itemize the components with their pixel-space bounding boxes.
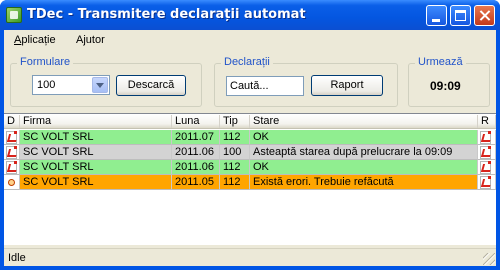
cell-tip: 112 bbox=[220, 130, 250, 145]
download-button[interactable]: Descarcă bbox=[116, 75, 186, 96]
warning-icon[interactable] bbox=[8, 179, 15, 186]
cell-luna: 2011.07 bbox=[172, 130, 220, 145]
urmeaza-group-label: Urmează bbox=[415, 56, 466, 68]
column-header-luna[interactable]: Luna bbox=[172, 115, 220, 128]
search-input-value: Caută... bbox=[230, 80, 269, 92]
search-input[interactable]: Caută... bbox=[226, 76, 304, 96]
cell-d bbox=[4, 145, 20, 160]
cell-stare: OK bbox=[250, 130, 478, 145]
column-header-r[interactable]: R bbox=[478, 115, 496, 128]
cell-luna: 2011.05 bbox=[172, 175, 220, 190]
menu-ajutor[interactable]: Ajutor bbox=[76, 34, 105, 46]
pdf-icon[interactable] bbox=[480, 131, 491, 144]
formular-select-value: 100 bbox=[37, 79, 56, 91]
cell-d bbox=[4, 175, 20, 190]
minimize-button[interactable] bbox=[426, 5, 447, 26]
cell-firma: SC VOLT SRL bbox=[20, 145, 172, 160]
cell-r bbox=[478, 160, 496, 175]
cell-luna: 2011.06 bbox=[172, 145, 220, 160]
cell-d bbox=[4, 160, 20, 175]
pdf-icon[interactable] bbox=[480, 146, 491, 159]
report-button[interactable]: Raport bbox=[311, 75, 383, 96]
menu-aplicatie-label: Aplicație bbox=[14, 34, 56, 46]
urmeaza-group: Urmează 09:09 bbox=[408, 56, 490, 107]
formulare-group-label: Formulare bbox=[17, 56, 74, 68]
menu-aplicatie[interactable]: Aplicație bbox=[14, 34, 56, 46]
column-header-tip[interactable]: Tip bbox=[220, 115, 250, 128]
app-icon bbox=[6, 7, 22, 23]
declarations-table[interactable]: D Firma Luna Tip Stare R SC VOLT SRL 2011… bbox=[4, 113, 496, 245]
menu-bar: Aplicație Ajutor bbox=[4, 30, 496, 50]
maximize-button[interactable] bbox=[450, 5, 471, 26]
cell-firma: SC VOLT SRL bbox=[20, 160, 172, 175]
table-row[interactable]: SC VOLT SRL 2011.06 112 OK bbox=[4, 160, 496, 175]
window-title: TDec - Transmitere declarații automat bbox=[27, 7, 306, 22]
table-row[interactable]: SC VOLT SRL 2011.05 112 Există erori. Trebu… bbox=[4, 175, 496, 190]
chevron-down-icon[interactable] bbox=[92, 77, 108, 93]
close-button[interactable] bbox=[474, 5, 495, 26]
client-area: Aplicație Ajutor Formulare 100 Descarcă … bbox=[4, 30, 496, 266]
cell-r bbox=[478, 130, 496, 145]
cell-luna: 2011.06 bbox=[172, 160, 220, 175]
cell-stare: Există erori. Trebuie refăcută bbox=[250, 175, 478, 190]
declaratii-group-label: Declarații bbox=[221, 56, 273, 68]
column-header-d[interactable]: D bbox=[4, 115, 20, 128]
cell-tip: 112 bbox=[220, 175, 250, 190]
column-header-stare[interactable]: Stare bbox=[250, 115, 478, 128]
pdf-icon[interactable] bbox=[480, 176, 491, 189]
cell-stare: OK bbox=[250, 160, 478, 175]
pdf-icon[interactable] bbox=[6, 146, 17, 159]
title-bar[interactable]: TDec - Transmitere declarații automat bbox=[0, 0, 500, 30]
cell-d bbox=[4, 130, 20, 145]
status-bar: Idle bbox=[4, 248, 496, 266]
formulare-group: Formulare 100 Descarcă bbox=[10, 56, 202, 107]
cell-tip: 100 bbox=[220, 145, 250, 160]
table-header: D Firma Luna Tip Stare R bbox=[4, 114, 496, 129]
formular-select[interactable]: 100 bbox=[32, 75, 110, 95]
cell-firma: SC VOLT SRL bbox=[20, 130, 172, 145]
cell-tip: 112 bbox=[220, 160, 250, 175]
next-time: 09:09 bbox=[430, 79, 461, 93]
app-window: TDec - Transmitere declarații automat Ap… bbox=[0, 0, 500, 270]
pdf-icon[interactable] bbox=[6, 131, 17, 144]
table-row[interactable]: SC VOLT SRL 2011.06 100 Asteaptă starea dup… bbox=[4, 145, 496, 160]
cell-r bbox=[478, 175, 496, 190]
pdf-icon[interactable] bbox=[6, 161, 17, 174]
pdf-icon[interactable] bbox=[480, 161, 491, 174]
declaratii-group: Declarații Caută... Raport bbox=[214, 56, 398, 107]
menu-ajutor-label: Ajutor bbox=[76, 34, 105, 46]
resize-grip-icon[interactable] bbox=[483, 253, 495, 265]
status-text: Idle bbox=[8, 252, 26, 264]
table-row[interactable]: SC VOLT SRL 2011.07 112 OK bbox=[4, 130, 496, 145]
cell-stare: Asteaptă starea după prelucrare la 09:09 bbox=[250, 145, 478, 160]
cell-r bbox=[478, 145, 496, 160]
cell-firma: SC VOLT SRL bbox=[20, 175, 172, 190]
column-header-firma[interactable]: Firma bbox=[20, 115, 172, 128]
